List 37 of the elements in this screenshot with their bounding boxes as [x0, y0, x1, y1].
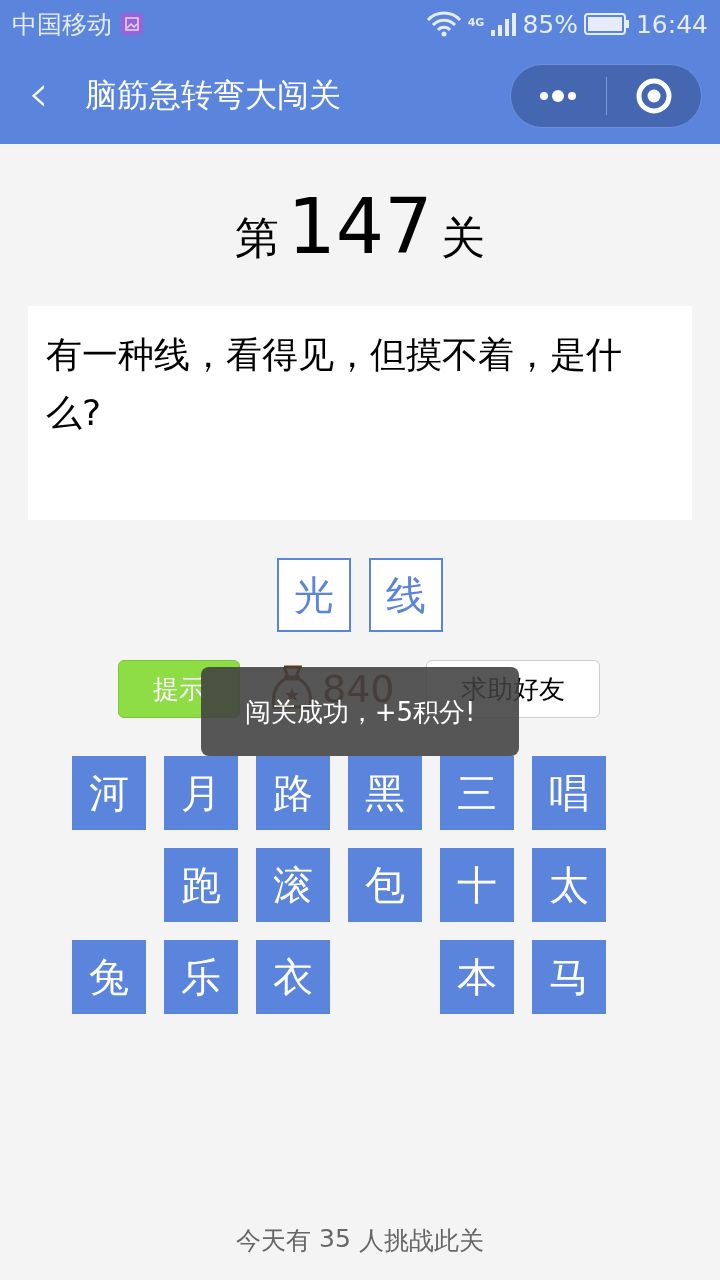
challenger-count: 35	[319, 1224, 351, 1255]
letter-tile[interactable]: 衣	[256, 940, 330, 1014]
footer-text: 人挑战此关	[358, 1225, 484, 1257]
battery-percent: 85%	[522, 9, 578, 39]
level-suffix: 关	[440, 211, 485, 265]
letter-tile[interactable]: 包	[348, 848, 422, 922]
question-text: 有一种线，看得见，但摸不着，是什么?	[46, 333, 623, 435]
letter-tile[interactable]: 三	[440, 756, 514, 830]
letter-tile[interactable]: 乐	[164, 940, 238, 1014]
level-number: 147	[287, 182, 433, 271]
target-icon	[634, 77, 673, 115]
carrier-name: 中国移动	[12, 8, 112, 41]
more-icon	[538, 89, 579, 103]
letter-tile[interactable]: 滚	[256, 848, 330, 922]
clock-time: 16:44	[635, 9, 708, 39]
wifi-icon	[425, 11, 462, 37]
back-button[interactable]: ‹	[22, 67, 55, 119]
image-icon	[120, 12, 144, 36]
letter-tile[interactable]: 马	[532, 940, 606, 1014]
answer-slot[interactable]: 线	[369, 558, 443, 632]
letter-tile[interactable]: 路	[256, 756, 330, 830]
letter-tile[interactable]: 本	[440, 940, 514, 1014]
signal-icon	[490, 11, 517, 37]
letter-tile[interactable]: 太	[532, 848, 606, 922]
letter-tile[interactable]: 十	[440, 848, 514, 922]
footer-text: 今天有	[236, 1225, 312, 1257]
letter-tile[interactable]: 河	[72, 756, 146, 830]
letter-tile[interactable]: 兔	[72, 940, 146, 1014]
letter-tile[interactable]: 跑	[164, 848, 238, 922]
network-type: 4G	[467, 15, 485, 29]
page-title: 脑筋急转弯大闯关	[84, 75, 342, 116]
letter-tile[interactable]: 黑	[348, 756, 422, 830]
battery-icon	[583, 12, 630, 36]
answer-slot[interactable]: 光	[277, 558, 351, 632]
letter-tile[interactable]: 月	[164, 756, 238, 830]
letter-tile[interactable]: 唱	[532, 756, 606, 830]
level-prefix: 第	[235, 211, 280, 265]
